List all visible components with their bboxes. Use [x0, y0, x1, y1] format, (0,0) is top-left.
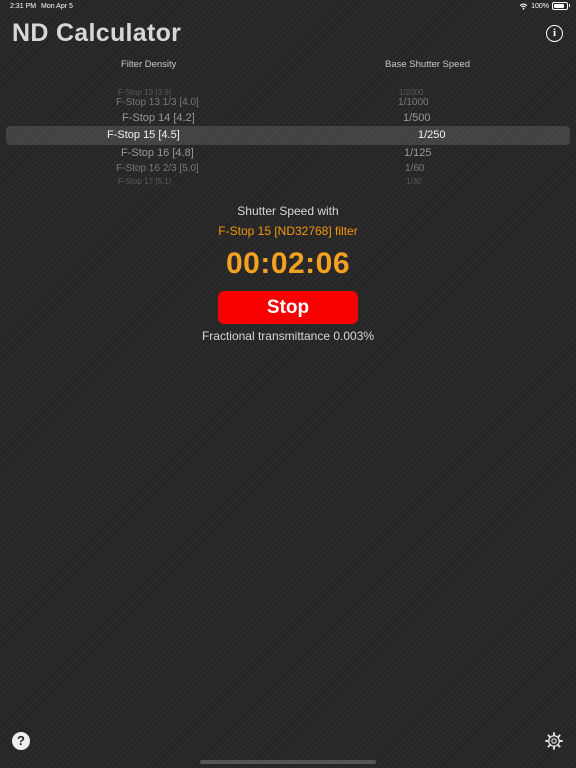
- status-time: 2:31 PM: [10, 3, 37, 10]
- result-label: Shutter Speed with: [237, 204, 339, 218]
- info-icon[interactable]: i: [546, 25, 563, 42]
- help-icon[interactable]: ?: [12, 732, 30, 750]
- app-title: ND Calculator: [12, 19, 182, 47]
- picker-speed-row-selected[interactable]: 1/250: [418, 129, 446, 141]
- picker-density-row-selected[interactable]: F-Stop 15 [4.5]: [107, 129, 180, 141]
- gear-icon[interactable]: [544, 731, 564, 751]
- wifi-icon: [519, 3, 528, 10]
- fractional-transmittance: Fractional transmittance 0.003%: [201, 329, 375, 343]
- picker-speed-row[interactable]: 1/60: [405, 163, 424, 174]
- picker-density-row[interactable]: F-Stop 16 [4.8]: [121, 147, 194, 159]
- status-right: 100%: [519, 2, 570, 10]
- picker-density-row[interactable]: F-Stop 17 [5.1]: [118, 177, 171, 185]
- countdown-timer: 00:02:06: [225, 247, 351, 280]
- battery-fill: [554, 4, 564, 8]
- stop-button[interactable]: Stop: [218, 291, 358, 324]
- column-header-base-shutter-speed: Base Shutter Speed: [385, 59, 471, 70]
- picker-speed-row[interactable]: 1/30: [406, 177, 422, 185]
- density-speed-picker[interactable]: F-Stop 13 [3.9] F-Stop 13 1/3 [4.0] F-St…: [0, 85, 576, 185]
- picker-speed-row[interactable]: 1/2000: [399, 88, 423, 97]
- column-header-filter-density: Filter Density: [121, 59, 177, 70]
- home-indicator: [200, 760, 376, 764]
- picker-density-row[interactable]: F-Stop 16 2/3 [5.0]: [116, 163, 199, 174]
- picker-density-row[interactable]: F-Stop 14 [4.2]: [122, 112, 195, 124]
- picker-speed-row[interactable]: 1/125: [404, 147, 432, 159]
- picker-speed-row[interactable]: 1/1000: [398, 97, 429, 108]
- status-date: Mon Apr 5: [41, 3, 73, 10]
- picker-density-row[interactable]: F-Stop 13 1/3 [4.0]: [116, 97, 199, 108]
- battery-icon: [552, 2, 570, 10]
- picker-speed-row[interactable]: 1/500: [403, 112, 431, 124]
- selected-filter-text: F-Stop 15 [ND32768] filter: [218, 224, 358, 238]
- status-bar: 2:31 PM Mon Apr 5 100%: [0, 0, 576, 14]
- battery-percent: 100%: [531, 2, 549, 10]
- picker-density-row[interactable]: F-Stop 13 [3.9]: [118, 88, 171, 97]
